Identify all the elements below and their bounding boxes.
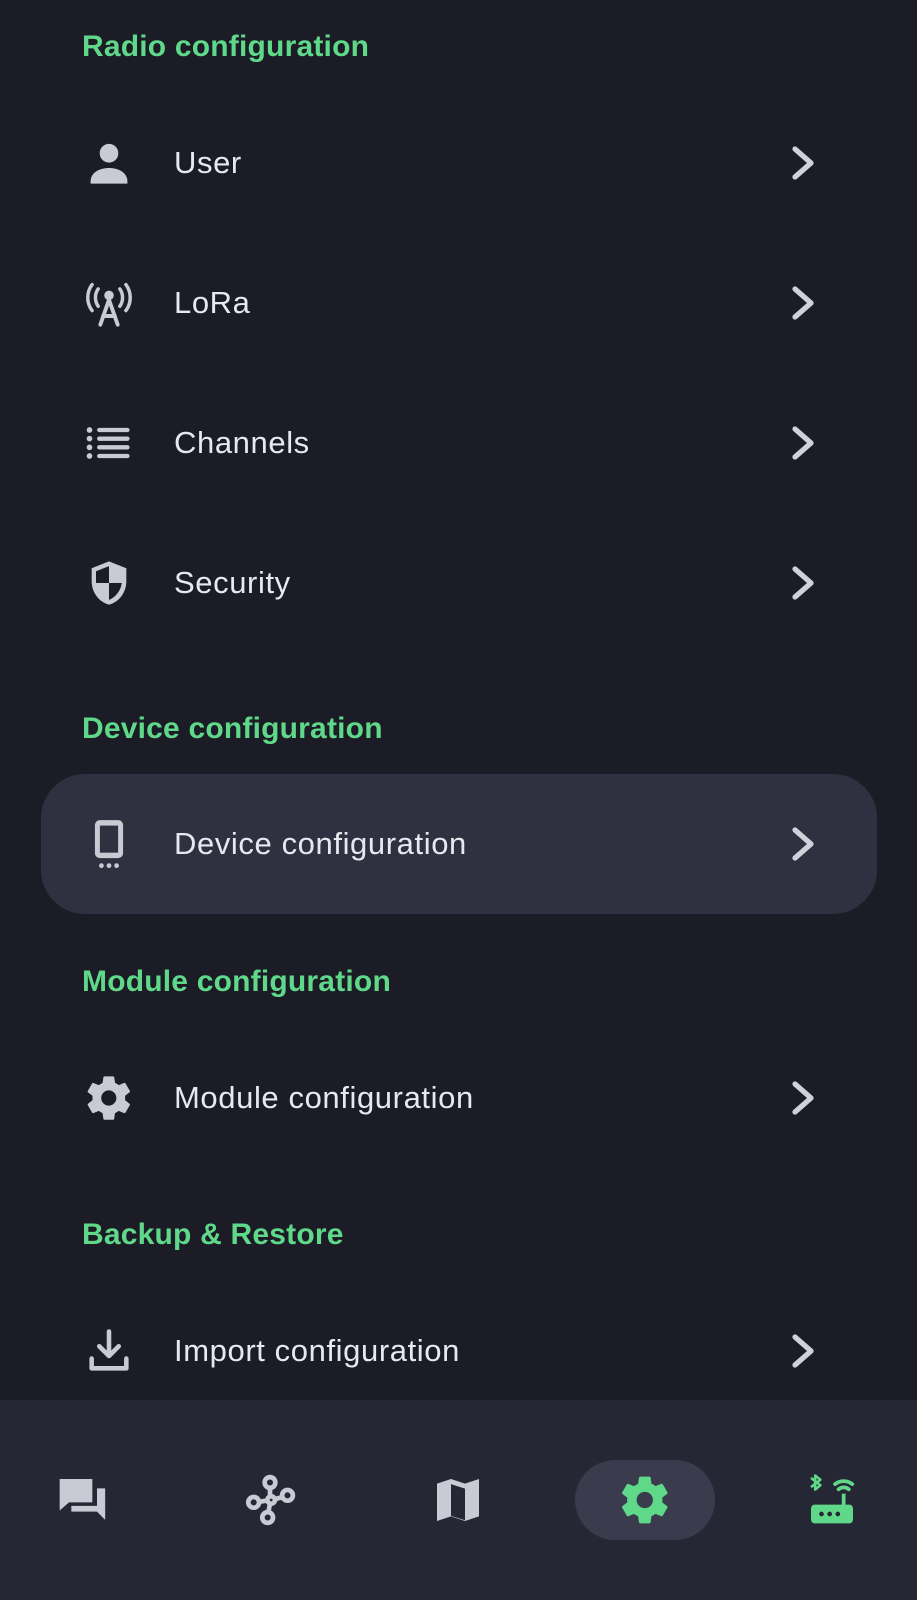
shield-icon bbox=[83, 557, 135, 609]
nav-nodes[interactable] bbox=[200, 1460, 340, 1540]
section-title-device: Device configuration bbox=[82, 712, 383, 745]
bluetooth-router-icon bbox=[810, 1474, 855, 1524]
chevron-right-icon bbox=[789, 1080, 817, 1116]
section-title-radio: Radio configuration bbox=[82, 30, 370, 63]
gear-icon bbox=[83, 1072, 135, 1124]
section-title-backup: Backup & Restore bbox=[82, 1218, 344, 1251]
menu-item-module-configuration[interactable]: Module configuration bbox=[41, 1028, 877, 1168]
menu-item-security[interactable]: Security bbox=[41, 513, 877, 653]
nav-map[interactable] bbox=[388, 1460, 528, 1540]
nav-messages[interactable] bbox=[13, 1460, 153, 1540]
section-title-module: Module configuration bbox=[82, 965, 391, 998]
menu-item-label: User bbox=[174, 145, 242, 180]
menu-item-label: Module configuration bbox=[174, 1080, 474, 1115]
menu-item-user[interactable]: User bbox=[41, 93, 877, 233]
device-icon bbox=[83, 818, 135, 870]
map-icon bbox=[437, 1479, 479, 1521]
person-icon bbox=[83, 137, 135, 189]
chevron-right-icon bbox=[789, 145, 817, 181]
antenna-icon bbox=[83, 277, 135, 329]
settings-content: Radio configuration User LoRa Channels S… bbox=[0, 0, 917, 1400]
settings-gear-icon bbox=[621, 1476, 668, 1524]
menu-item-channels[interactable]: Channels bbox=[41, 373, 877, 513]
chevron-right-icon bbox=[789, 565, 817, 601]
menu-item-label: Security bbox=[174, 565, 291, 600]
menu-item-lora[interactable]: LoRa bbox=[41, 233, 877, 373]
chevron-right-icon bbox=[789, 425, 817, 461]
chevron-right-icon bbox=[789, 1333, 817, 1369]
menu-item-device-configuration[interactable]: Device configuration bbox=[41, 774, 877, 914]
download-icon bbox=[83, 1325, 135, 1377]
menu-item-label: Device configuration bbox=[174, 826, 467, 861]
chevron-right-icon bbox=[789, 285, 817, 321]
list-icon bbox=[83, 417, 135, 469]
bottom-navigation-bar bbox=[0, 1400, 917, 1600]
messages-icon bbox=[59, 1479, 106, 1520]
nav-connection[interactable] bbox=[762, 1460, 902, 1540]
nodes-icon bbox=[245, 1474, 296, 1526]
menu-item-label: LoRa bbox=[174, 285, 251, 320]
chevron-right-icon bbox=[789, 826, 817, 862]
nav-settings[interactable] bbox=[575, 1460, 715, 1540]
menu-item-label: Import configuration bbox=[174, 1333, 460, 1368]
menu-item-label: Channels bbox=[174, 425, 310, 460]
